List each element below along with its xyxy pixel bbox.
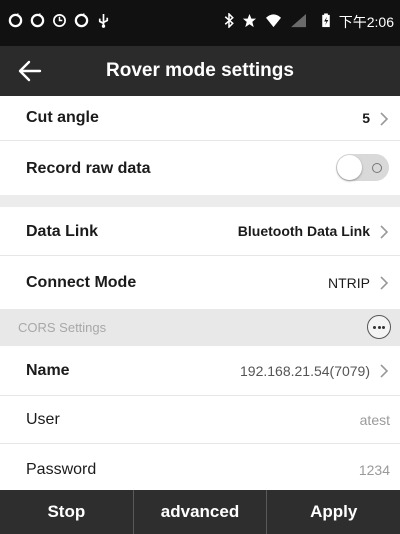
- stop-button[interactable]: Stop: [0, 490, 134, 534]
- data-link-value: Bluetooth Data Link: [237, 223, 370, 239]
- record-raw-data-toggle[interactable]: [336, 154, 389, 181]
- group-separator: [0, 195, 400, 207]
- record-raw-data-label: Record raw data: [26, 160, 151, 177]
- bluetooth-icon: [224, 12, 234, 31]
- data-link-label: Data Link: [26, 223, 99, 240]
- cors-password-label: Password: [26, 461, 97, 478]
- more-options-icon[interactable]: [367, 315, 391, 339]
- cors-user-row[interactable]: User atest: [0, 396, 400, 444]
- cut-angle-row[interactable]: Cut angle 5: [0, 96, 400, 141]
- bottom-action-bar: Stop advanced Apply: [0, 490, 400, 534]
- sync-icon: [8, 13, 23, 28]
- status-time: 下午2:06: [338, 14, 394, 30]
- status-notification-icons: [8, 13, 111, 28]
- cors-settings-header: CORS Settings: [0, 309, 400, 346]
- cors-name-value: 192.168.21.54(7079): [240, 363, 370, 379]
- status-bar: 下午2:06: [0, 0, 400, 46]
- cors-password-value[interactable]: 1234: [359, 462, 390, 478]
- star-icon: [242, 13, 257, 31]
- connect-mode-label: Connect Mode: [26, 274, 137, 291]
- cut-angle-value: 5: [362, 110, 370, 126]
- toggle-knob: [337, 155, 362, 180]
- record-raw-data-row: Record raw data: [0, 141, 400, 195]
- sync-icon: [30, 13, 45, 28]
- data-link-row[interactable]: Data Link Bluetooth Data Link: [0, 207, 400, 256]
- chevron-right-icon: [380, 364, 389, 378]
- cors-password-row[interactable]: Password 1234: [0, 444, 400, 490]
- advanced-button[interactable]: advanced: [134, 490, 268, 534]
- cors-user-value[interactable]: atest: [360, 412, 390, 428]
- usb-icon: [96, 13, 111, 28]
- battery-icon: [321, 13, 331, 31]
- cut-angle-label: Cut angle: [26, 109, 99, 126]
- status-system-icons: 下午2:06: [224, 12, 394, 32]
- cors-name-label: Name: [26, 362, 70, 379]
- chevron-right-icon: [380, 225, 389, 239]
- cors-user-label: User: [26, 411, 60, 428]
- chevron-right-icon: [380, 112, 389, 126]
- clock-icon: [52, 13, 67, 28]
- connect-mode-row[interactable]: Connect Mode NTRIP: [0, 256, 400, 309]
- page-title: Rover mode settings: [106, 60, 294, 81]
- connect-mode-value: NTRIP: [328, 275, 370, 291]
- apply-button[interactable]: Apply: [267, 490, 400, 534]
- sync-icon: [74, 13, 89, 28]
- chevron-right-icon: [380, 276, 389, 290]
- cors-name-row[interactable]: Name 192.168.21.54(7079): [0, 346, 400, 396]
- cors-settings-label: CORS Settings: [18, 320, 107, 335]
- signal-icon: [290, 13, 307, 31]
- toggle-off-icon: [372, 163, 382, 173]
- app-bar: Rover mode settings: [0, 46, 400, 96]
- wifi-icon: [265, 13, 282, 31]
